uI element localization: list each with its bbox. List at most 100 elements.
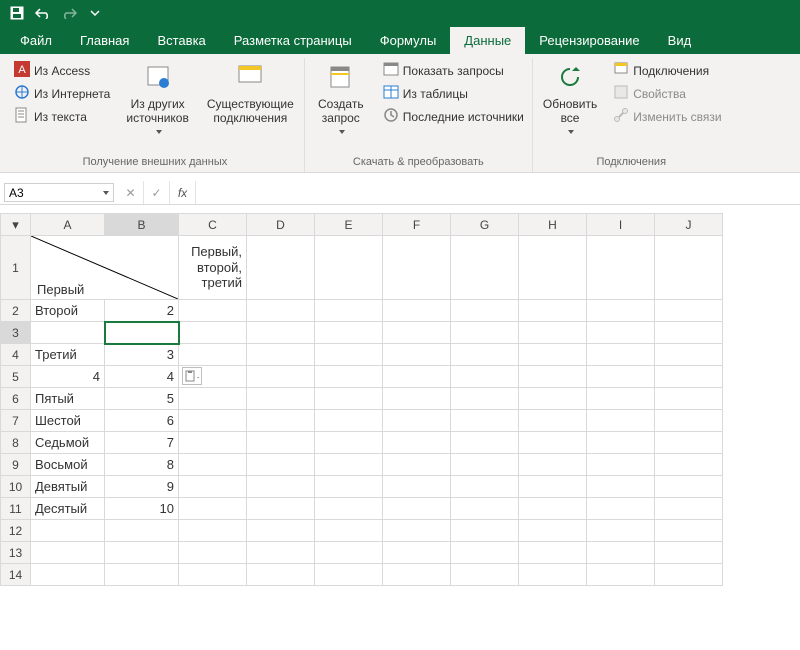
cell-H12[interactable] — [519, 520, 587, 542]
existing-connections-button[interactable]: Существующие подключения — [203, 60, 298, 128]
redo-icon[interactable] — [58, 2, 80, 24]
cell-H14[interactable] — [519, 564, 587, 586]
cell-B9[interactable]: 8 — [105, 454, 179, 476]
row-header-3[interactable]: 3 — [1, 322, 31, 344]
tab-file[interactable]: Файл — [6, 27, 66, 54]
cell-H7[interactable] — [519, 410, 587, 432]
col-header-H[interactable]: H — [519, 214, 587, 236]
cell-J2[interactable] — [655, 300, 723, 322]
cell-E11[interactable] — [315, 498, 383, 520]
cell-E12[interactable] — [315, 520, 383, 542]
cell-I1[interactable] — [587, 236, 655, 300]
cell-C6[interactable] — [179, 388, 247, 410]
cell-D7[interactable] — [247, 410, 315, 432]
cell-E1[interactable] — [315, 236, 383, 300]
cell-J10[interactable] — [655, 476, 723, 498]
cell-I11[interactable] — [587, 498, 655, 520]
tab-page-layout[interactable]: Разметка страницы — [220, 27, 366, 54]
cell-H13[interactable] — [519, 542, 587, 564]
cell-B6[interactable]: 5 — [105, 388, 179, 410]
cell-F13[interactable] — [383, 542, 451, 564]
cell-J5[interactable] — [655, 366, 723, 388]
row-header-2[interactable]: 2 — [1, 300, 31, 322]
save-icon[interactable] — [6, 2, 28, 24]
cell-H6[interactable] — [519, 388, 587, 410]
cell-C11[interactable] — [179, 498, 247, 520]
cell-I12[interactable] — [587, 520, 655, 542]
connections-button[interactable]: Подключения — [611, 60, 723, 81]
cell-J6[interactable] — [655, 388, 723, 410]
cell-D12[interactable] — [247, 520, 315, 542]
cell-J13[interactable] — [655, 542, 723, 564]
refresh-all-button[interactable]: Обновить все — [539, 60, 601, 136]
cell-E8[interactable] — [315, 432, 383, 454]
cell-F12[interactable] — [383, 520, 451, 542]
cell-B13[interactable] — [105, 542, 179, 564]
cell-I10[interactable] — [587, 476, 655, 498]
cell-G11[interactable] — [451, 498, 519, 520]
other-sources-button[interactable]: Из других источников — [122, 60, 193, 136]
cell-E9[interactable] — [315, 454, 383, 476]
col-header-F[interactable]: F — [383, 214, 451, 236]
name-box-input[interactable] — [9, 186, 103, 200]
col-header-E[interactable]: E — [315, 214, 383, 236]
cell-B5[interactable]: 4 — [105, 366, 179, 388]
cell-A13[interactable] — [31, 542, 105, 564]
cell-H10[interactable] — [519, 476, 587, 498]
col-header-D[interactable]: D — [247, 214, 315, 236]
cell-A5[interactable]: 4 — [31, 366, 105, 388]
cell-G5[interactable] — [451, 366, 519, 388]
cell-G10[interactable] — [451, 476, 519, 498]
new-query-button[interactable]: Создать запрос — [311, 60, 371, 136]
cell-H8[interactable] — [519, 432, 587, 454]
cell-E4[interactable] — [315, 344, 383, 366]
cell-C10[interactable] — [179, 476, 247, 498]
row-header-4[interactable]: 4 — [1, 344, 31, 366]
name-box[interactable] — [4, 183, 114, 202]
cell-J3[interactable] — [655, 322, 723, 344]
from-web-button[interactable]: Из Интернета — [12, 83, 112, 104]
cell-G9[interactable] — [451, 454, 519, 476]
cell-D5[interactable] — [247, 366, 315, 388]
recent-sources-button[interactable]: Последние источники — [381, 106, 526, 127]
cell-B3[interactable] — [105, 322, 179, 344]
cell-C8[interactable] — [179, 432, 247, 454]
cell-H5[interactable] — [519, 366, 587, 388]
cell-C13[interactable] — [179, 542, 247, 564]
paste-options-icon[interactable]: + — [182, 367, 202, 385]
fx-icon[interactable]: fx — [170, 181, 196, 204]
cell-B2[interactable]: 2 — [105, 300, 179, 322]
cell-A12[interactable] — [31, 520, 105, 542]
row-header-10[interactable]: 10 — [1, 476, 31, 498]
chevron-down-icon[interactable] — [103, 191, 109, 195]
cell-H3[interactable] — [519, 322, 587, 344]
cell-B7[interactable]: 6 — [105, 410, 179, 432]
cell-I2[interactable] — [587, 300, 655, 322]
cell-H9[interactable] — [519, 454, 587, 476]
cell-F14[interactable] — [383, 564, 451, 586]
col-header-J[interactable]: J — [655, 214, 723, 236]
row-header-5[interactable]: 5 — [1, 366, 31, 388]
cell-F11[interactable] — [383, 498, 451, 520]
row-header-11[interactable]: 11 — [1, 498, 31, 520]
cell-E14[interactable] — [315, 564, 383, 586]
tab-review[interactable]: Рецензирование — [525, 27, 653, 54]
col-header-B[interactable]: B — [105, 214, 179, 236]
cell-E10[interactable] — [315, 476, 383, 498]
cell-B10[interactable]: 9 — [105, 476, 179, 498]
cell-H1[interactable] — [519, 236, 587, 300]
row-header-1[interactable]: 1 — [1, 236, 31, 300]
cell-C7[interactable] — [179, 410, 247, 432]
cell-E5[interactable] — [315, 366, 383, 388]
cell-G12[interactable] — [451, 520, 519, 542]
cell-A7[interactable]: Шестой — [31, 410, 105, 432]
cell-F1[interactable] — [383, 236, 451, 300]
cell-C9[interactable] — [179, 454, 247, 476]
cell-D8[interactable] — [247, 432, 315, 454]
from-table-button[interactable]: Из таблицы — [381, 83, 526, 104]
col-header-G[interactable]: G — [451, 214, 519, 236]
cell-I3[interactable] — [587, 322, 655, 344]
cell-F9[interactable] — [383, 454, 451, 476]
cell-B8[interactable]: 7 — [105, 432, 179, 454]
cell-G13[interactable] — [451, 542, 519, 564]
